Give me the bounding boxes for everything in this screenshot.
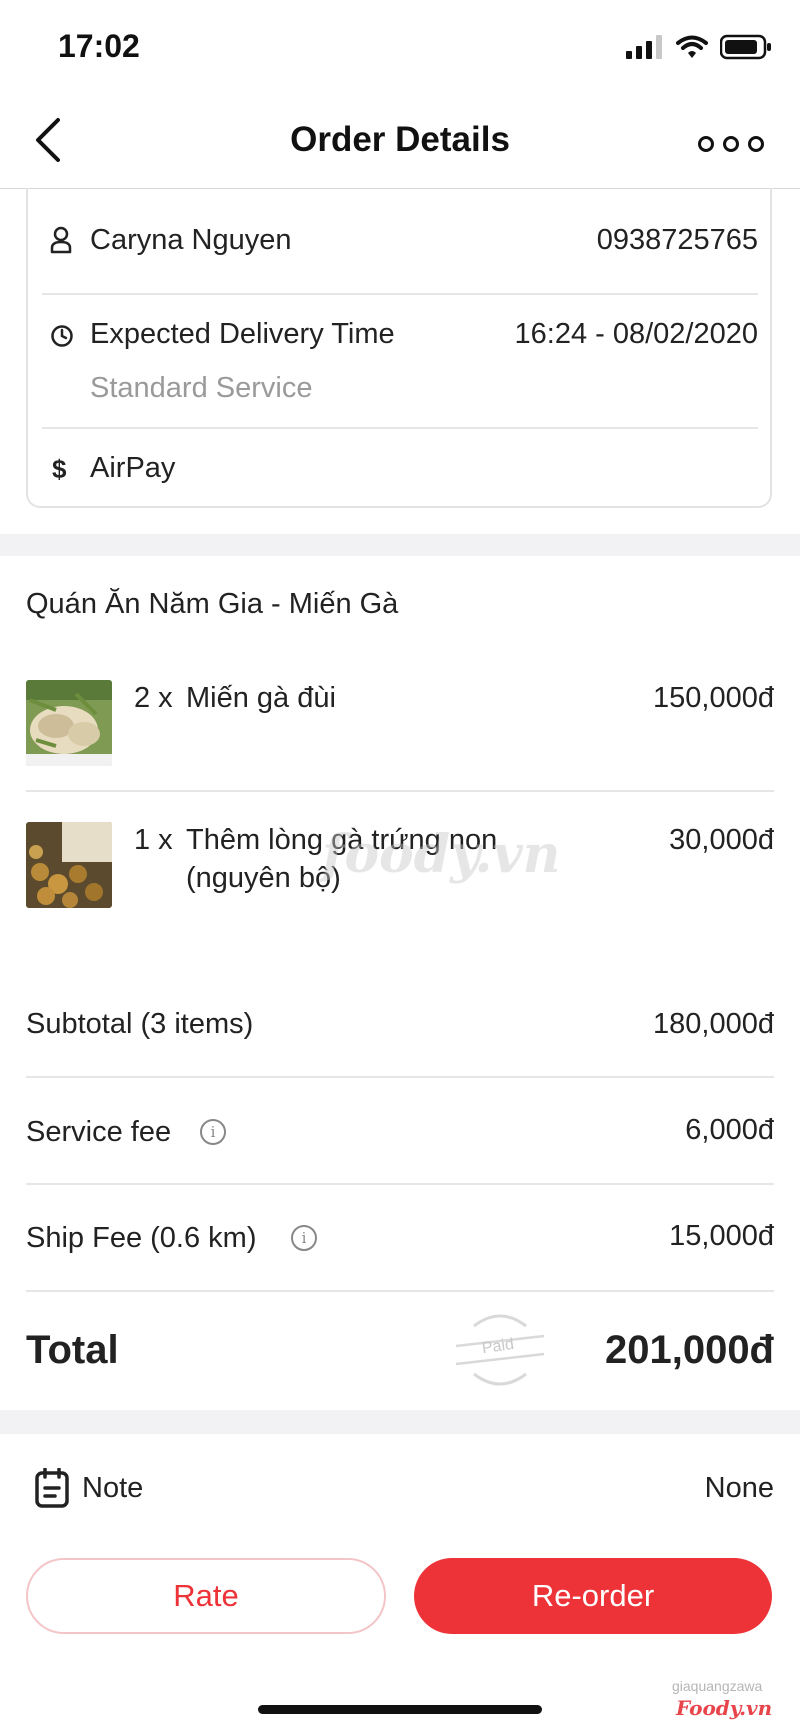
reorder-button[interactable]: Re-order: [414, 1558, 772, 1634]
note-label: Note: [82, 1472, 144, 1504]
service-fee-value: 6,000đ: [685, 1114, 774, 1146]
divider: [26, 1183, 774, 1185]
divider: [26, 1290, 774, 1292]
total-value: 201,000đ: [604, 1328, 774, 1372]
person-icon: [50, 226, 72, 254]
total-label: Total: [26, 1328, 119, 1372]
item-price: 30,000đ: [669, 824, 774, 856]
ship-fee-label: Ship Fee (0.6 km): [26, 1222, 257, 1254]
customer-name: Caryna Nguyen: [90, 224, 292, 256]
watermark-user: giaquangzawa: [672, 1678, 763, 1694]
status-time: 17:02: [58, 28, 140, 64]
item-thumbnail: [26, 822, 112, 908]
item-qty: 1 x: [134, 824, 173, 856]
foody-watermark: foody.vn: [322, 824, 561, 885]
wifi-icon: [676, 35, 708, 58]
payment-method: AirPay: [90, 452, 176, 484]
divider: [42, 293, 758, 295]
paid-stamp: Paid: [452, 1306, 548, 1394]
nav-header: Order Details: [0, 92, 800, 189]
subtotal-label: Subtotal (3 items): [26, 1008, 254, 1040]
item-qty: 2 x: [134, 682, 173, 714]
note-value: None: [704, 1472, 774, 1504]
item-name-continued: (nguyên bộ): [186, 862, 341, 894]
service-type: Standard Service: [90, 372, 313, 404]
clock-icon: [51, 325, 73, 347]
rate-button[interactable]: Rate: [26, 1558, 386, 1634]
note-icon: [35, 1468, 69, 1508]
page-title: Order Details: [290, 120, 510, 159]
service-fee-label: Service fee: [26, 1116, 172, 1148]
item-name: Miến gà đùi: [186, 682, 336, 714]
delivery-time-value: 16:24 - 08/02/2020: [514, 318, 758, 350]
ship-fee-value: 15,000đ: [669, 1220, 774, 1252]
battery-icon: [720, 34, 771, 60]
customer-phone[interactable]: 0938725765: [597, 224, 758, 257]
delivery-time-label: Expected Delivery Time: [90, 318, 395, 350]
divider: [26, 790, 774, 792]
restaurant-name[interactable]: Quán Ăn Năm Gia - Miến Gà: [26, 588, 398, 621]
info-icon[interactable]: i: [200, 1119, 226, 1145]
status-icons: [626, 34, 772, 60]
info-icon[interactable]: i: [291, 1225, 317, 1251]
signal-icon: [626, 35, 662, 59]
item-price: 150,000đ: [653, 682, 774, 714]
section-separator: [0, 534, 800, 556]
home-indicator[interactable]: [258, 1705, 542, 1714]
item-thumbnail: [26, 680, 112, 766]
divider: [26, 1076, 774, 1078]
divider: [42, 427, 758, 429]
section-separator: [0, 1410, 800, 1434]
foody-logo: Foody.vn: [676, 1696, 773, 1720]
subtotal-value: 180,000đ: [653, 1008, 774, 1040]
dollar-icon: $: [52, 454, 67, 484]
more-options-icon[interactable]: [698, 136, 764, 152]
